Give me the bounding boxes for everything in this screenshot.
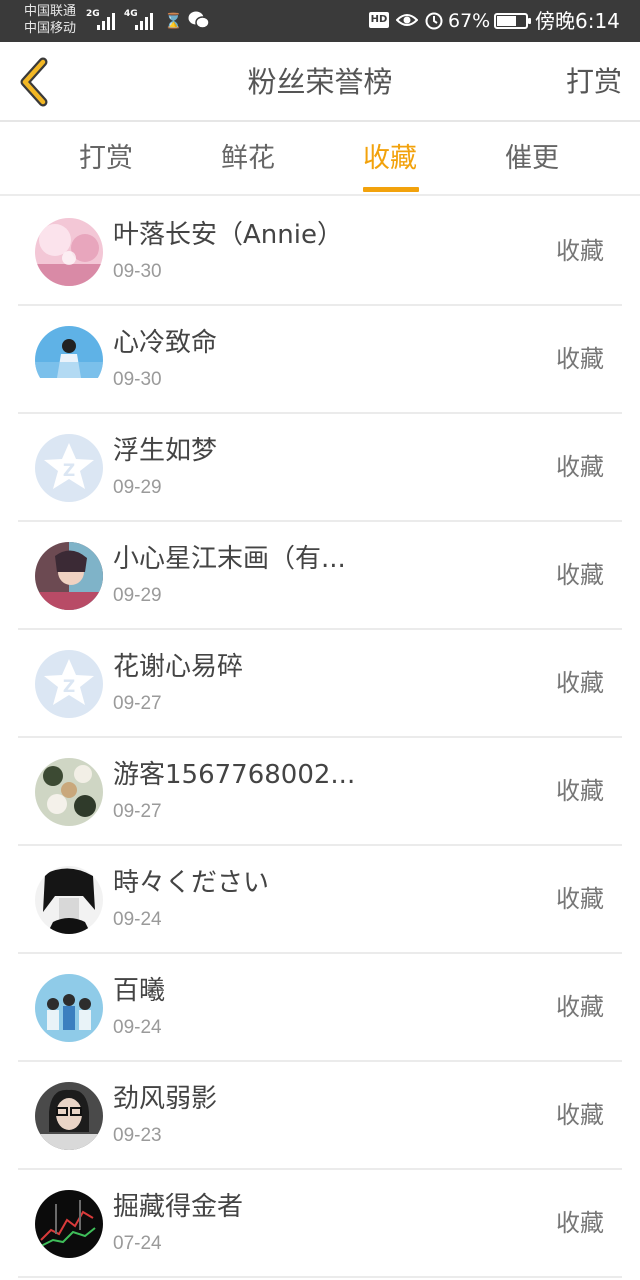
item-date: 09-24	[113, 909, 162, 930]
user-name: 百曦	[113, 976, 166, 1006]
user-name: 叶落长安（Annie）	[113, 220, 343, 250]
tab-label: 催更	[505, 143, 559, 174]
list-item[interactable]: 小心星江末画（有... 09-29 收藏	[18, 522, 622, 630]
list-item[interactable]: Z 浮生如梦 09-29 收藏	[18, 414, 622, 522]
battery-icon	[494, 13, 531, 29]
list-item[interactable]: 時々ください 09-24 收藏	[18, 846, 622, 954]
user-name: 劲风弱影	[113, 1084, 218, 1114]
avatar[interactable]	[35, 218, 103, 286]
avatar[interactable]	[35, 326, 103, 394]
carrier-info: 中国联通 中国移动	[24, 3, 76, 37]
item-date: 07-24	[113, 1233, 162, 1254]
avatar[interactable]	[35, 1190, 103, 1258]
carrier-1: 中国联通	[24, 4, 77, 19]
svg-text:Z: Z	[63, 461, 75, 481]
action-tag: 收藏	[556, 561, 604, 589]
item-date: 09-29	[113, 585, 162, 606]
reward-button[interactable]: 打赏	[566, 64, 622, 100]
user-name: 掘藏得金者	[113, 1192, 244, 1222]
action-tag: 收藏	[556, 345, 604, 373]
nav-bar: 粉丝荣誉榜 打赏	[0, 42, 640, 122]
list-item[interactable]: 劲风弱影 09-23 收藏	[18, 1062, 622, 1170]
user-name: 小心星江末画（有...	[113, 544, 346, 574]
carrier-2: 中国移动	[24, 21, 77, 36]
tab-bar: 打赏 鲜花 收藏 催更	[0, 122, 640, 196]
user-name: 游客1567768002...	[113, 760, 356, 790]
item-date: 09-24	[113, 1017, 162, 1038]
battery-fill	[497, 16, 516, 26]
back-button[interactable]	[10, 54, 60, 110]
action-tag: 收藏	[556, 885, 604, 913]
action-tag: 收藏	[556, 1209, 604, 1237]
tab-label: 收藏	[363, 143, 417, 174]
list-item[interactable]: 掘藏得金者 07-24 收藏	[18, 1170, 622, 1278]
default-avatar-icon: Z	[35, 650, 103, 718]
list-item[interactable]: 游客1567768002... 09-27 收藏	[18, 738, 622, 846]
status-bar: 中国联通 中国移动 2G 4G ⌛ HD 67% 傍晚6:14	[0, 0, 640, 42]
list-item[interactable]: 百曦 09-24 收藏	[18, 954, 622, 1062]
clock: 傍晚6:14	[535, 9, 620, 33]
active-tab-indicator	[363, 187, 419, 192]
action-tag: 收藏	[556, 993, 604, 1021]
action-tag: 收藏	[556, 453, 604, 481]
avatar[interactable]	[35, 974, 103, 1042]
action-tag: 收藏	[556, 669, 604, 697]
item-date: 09-29	[113, 477, 162, 498]
user-name: 浮生如梦	[113, 436, 218, 466]
user-name: 心冷致命	[113, 328, 218, 358]
hourglass-icon: ⌛	[164, 12, 183, 30]
avatar[interactable]	[35, 758, 103, 826]
svg-text:Z: Z	[63, 677, 75, 697]
item-date: 09-23	[113, 1125, 162, 1146]
eye-icon	[395, 10, 419, 36]
signal-icon	[135, 12, 155, 30]
chevron-left-icon	[20, 57, 48, 107]
tab-reward[interactable]: 打赏	[36, 122, 176, 196]
list-item[interactable]: 心冷致命 09-30 收藏	[18, 306, 622, 414]
action-tag: 收藏	[556, 237, 604, 265]
item-date: 09-30	[113, 261, 162, 282]
battery-percent: 67%	[448, 10, 491, 32]
tab-label: 打赏	[79, 143, 133, 174]
list-item[interactable]: Z 花谢心易碎 09-27 收藏	[18, 630, 622, 738]
tab-label: 鲜花	[221, 143, 275, 174]
action-tag: 收藏	[556, 1101, 604, 1129]
wechat-icon	[188, 10, 210, 36]
avatar[interactable]	[35, 542, 103, 610]
user-name: 時々ください	[113, 868, 270, 898]
tab-urge-update[interactable]: 催更	[462, 122, 602, 196]
alarm-icon	[424, 10, 444, 36]
tab-favorites[interactable]: 收藏	[320, 122, 460, 196]
tab-flowers[interactable]: 鲜花	[178, 122, 318, 196]
item-date: 09-27	[113, 693, 162, 714]
hd-icon: HD	[369, 12, 389, 28]
item-date: 09-27	[113, 801, 162, 822]
list-item[interactable]: 叶落长安（Annie） 09-30 收藏	[18, 198, 622, 306]
user-name: 花谢心易碎	[113, 652, 244, 682]
avatar[interactable]: Z	[35, 650, 103, 718]
avatar[interactable]	[35, 1082, 103, 1150]
item-date: 09-30	[113, 369, 162, 390]
fan-list: 叶落长安（Annie） 09-30 收藏 心冷致命 09-30 收藏 Z 浮生如…	[18, 198, 622, 1278]
avatar[interactable]	[35, 866, 103, 934]
avatar[interactable]: Z	[35, 434, 103, 502]
default-avatar-icon: Z	[35, 434, 103, 502]
signal-icon	[97, 12, 117, 30]
action-tag: 收藏	[556, 777, 604, 805]
page-title: 粉丝荣誉榜	[247, 65, 393, 99]
